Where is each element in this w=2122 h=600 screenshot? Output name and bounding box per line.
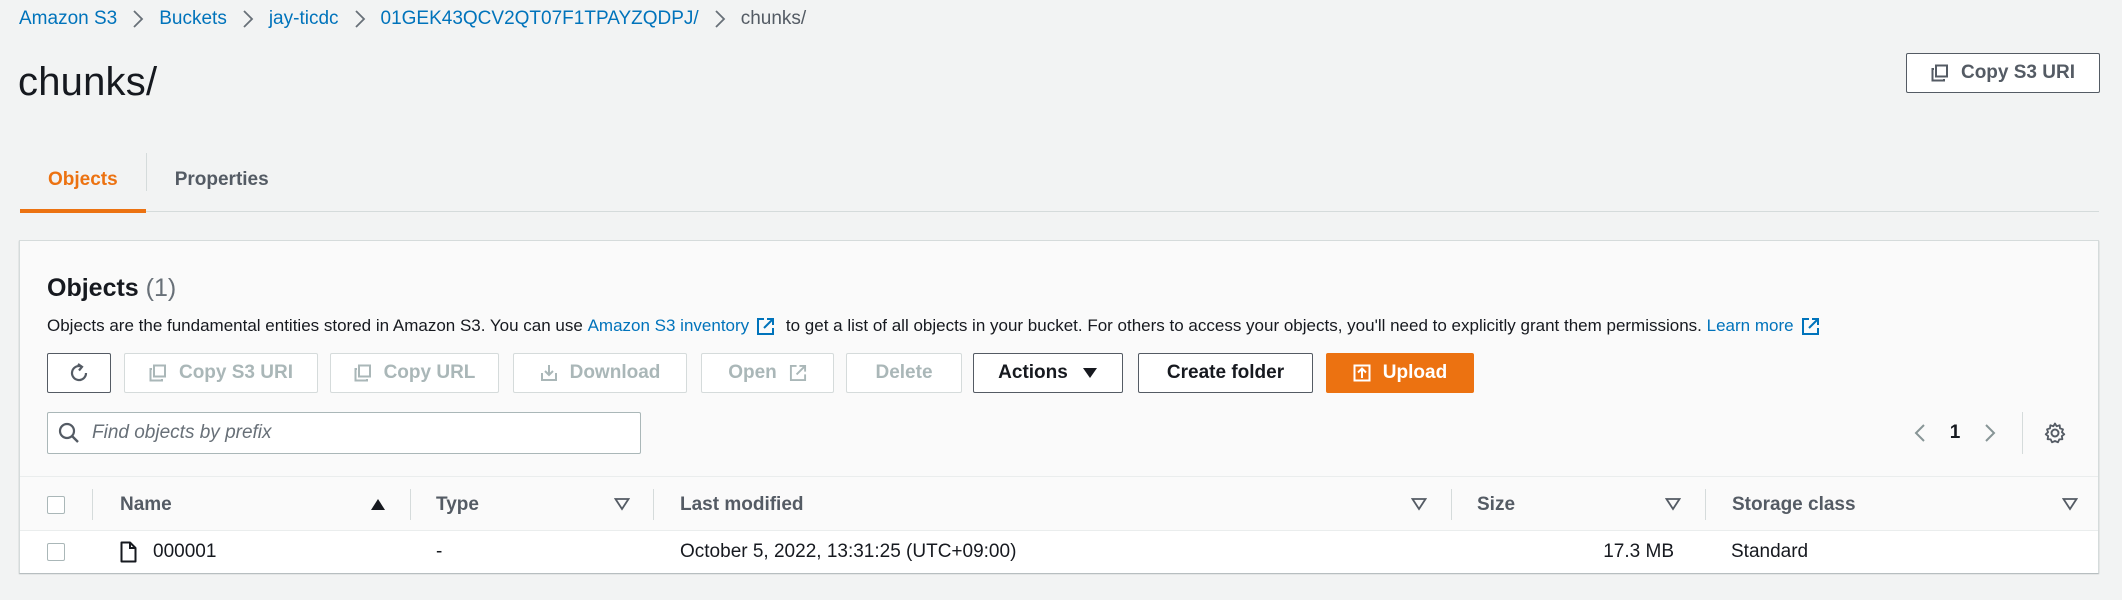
column-divider — [92, 489, 93, 520]
column-header-type[interactable]: Type — [436, 477, 479, 532]
object-storage-class: Standard — [1731, 541, 1809, 562]
column-header-size[interactable]: Size — [1477, 477, 1515, 532]
objects-panel: Objects (1) Objects are the fundamental … — [19, 240, 2099, 573]
column-header-storage-class[interactable]: Storage class — [1732, 477, 1856, 532]
upload-icon — [1353, 364, 1371, 382]
external-link-icon — [756, 317, 775, 336]
copy-icon — [149, 364, 167, 382]
actions-label: Actions — [998, 362, 1068, 383]
refresh-icon — [67, 361, 91, 385]
description-text-2: to get a list of all objects in your buc… — [781, 316, 1707, 335]
download-icon — [540, 364, 558, 382]
search-icon — [58, 422, 80, 444]
object-last-modified: October 5, 2022, 13:31:25 (UTC+09:00) — [680, 541, 1017, 562]
external-link-icon — [789, 364, 807, 382]
copy-url-button[interactable]: Copy URL — [330, 353, 499, 393]
column-divider — [1705, 489, 1706, 520]
tab-bar: Objects Properties — [20, 148, 2099, 213]
download-button[interactable]: Download — [513, 353, 687, 393]
open-label: Open — [728, 362, 777, 383]
sort-icon[interactable] — [613, 497, 631, 516]
table-header: Name Type Last modified Size Storage cla… — [20, 476, 2098, 531]
page-number[interactable]: 1 — [1940, 422, 1970, 444]
copy-s3-uri-button[interactable]: Copy S3 URI — [1906, 53, 2100, 93]
column-header-last-modified[interactable]: Last modified — [680, 477, 804, 532]
upload-button[interactable]: Upload — [1326, 353, 1474, 393]
search-input[interactable] — [92, 422, 632, 444]
copy-url-label: Copy URL — [383, 362, 476, 383]
object-name-link[interactable]: 000001 — [153, 531, 216, 573]
gear-icon[interactable] — [2035, 421, 2075, 445]
tab-objects[interactable]: Objects — [20, 148, 146, 213]
actions-dropdown[interactable]: Actions — [973, 353, 1123, 393]
create-folder-button[interactable]: Create folder — [1138, 353, 1313, 393]
breadcrumb-buckets[interactable]: Buckets — [159, 8, 227, 30]
row-checkbox[interactable] — [47, 531, 65, 573]
chevron-right-icon — [117, 8, 159, 30]
copy-s3-uri-toolbar-button[interactable]: Copy S3 URI — [124, 353, 318, 393]
inventory-link[interactable]: Amazon S3 inventory — [588, 316, 750, 336]
copy-s3-uri-toolbar-label: Copy S3 URI — [178, 362, 294, 383]
create-folder-label: Create folder — [1166, 362, 1285, 383]
breadcrumb: Amazon S3 Buckets jay-ticdc 01GEK43QCV2Q… — [19, 8, 806, 30]
chevron-right-icon — [227, 8, 269, 30]
column-divider — [653, 489, 654, 520]
column-divider — [1451, 489, 1452, 520]
table-row: 000001 - October 5, 2022, 13:31:25 (UTC+… — [20, 531, 2098, 573]
object-size: 17.3 MB — [1603, 541, 1674, 562]
open-button[interactable]: Open — [701, 353, 834, 393]
objects-description: Objects are the fundamental entities sto… — [47, 316, 1826, 336]
sort-icon[interactable] — [1664, 497, 1682, 516]
copy-icon — [354, 364, 372, 382]
sort-icon[interactable] — [2061, 497, 2079, 516]
breadcrumb-amazon-s3[interactable]: Amazon S3 — [19, 8, 117, 30]
objects-heading-text: Objects — [47, 274, 139, 302]
column-divider — [410, 489, 411, 520]
objects-heading: Objects (1) — [47, 274, 176, 303]
caret-down-icon — [1082, 367, 1098, 379]
refresh-button[interactable] — [47, 353, 111, 393]
download-label: Download — [569, 362, 661, 383]
objects-count: (1) — [145, 274, 177, 302]
file-icon — [120, 531, 137, 573]
delete-label: Delete — [875, 362, 933, 383]
column-header-name[interactable]: Name — [120, 477, 172, 532]
select-all-checkbox[interactable] — [47, 477, 65, 532]
chevron-right-icon — [339, 8, 381, 30]
breadcrumb-bucket[interactable]: jay-ticdc — [269, 8, 339, 30]
objects-panel-header: Objects (1) Objects are the fundamental … — [20, 241, 2098, 476]
chevron-left-icon[interactable] — [1900, 422, 1940, 444]
page-title: chunks/ — [18, 60, 158, 104]
pager-divider — [2022, 412, 2023, 454]
learn-more-link[interactable]: Learn more — [1707, 316, 1794, 336]
sort-icon[interactable] — [1410, 497, 1428, 516]
description-text-1: Objects are the fundamental entities sto… — [47, 316, 588, 335]
breadcrumb-prefix[interactable]: 01GEK43QCV2QT07F1TPAYZQDPJ/ — [381, 8, 699, 30]
breadcrumb-current: chunks/ — [740, 8, 807, 29]
copy-s3-uri-label: Copy S3 URI — [1960, 62, 2076, 83]
delete-button[interactable]: Delete — [846, 353, 962, 393]
search-box — [47, 412, 641, 454]
upload-label: Upload — [1382, 362, 1448, 383]
chevron-right-icon[interactable] — [1970, 422, 2010, 444]
tab-properties[interactable]: Properties — [147, 148, 297, 211]
chevron-right-icon — [699, 8, 741, 30]
sort-ascending-icon[interactable] — [370, 497, 386, 516]
object-type: - — [436, 541, 443, 562]
external-link-icon — [1801, 317, 1820, 336]
pagination: 1 — [1900, 412, 2075, 454]
copy-icon — [1931, 64, 1949, 82]
